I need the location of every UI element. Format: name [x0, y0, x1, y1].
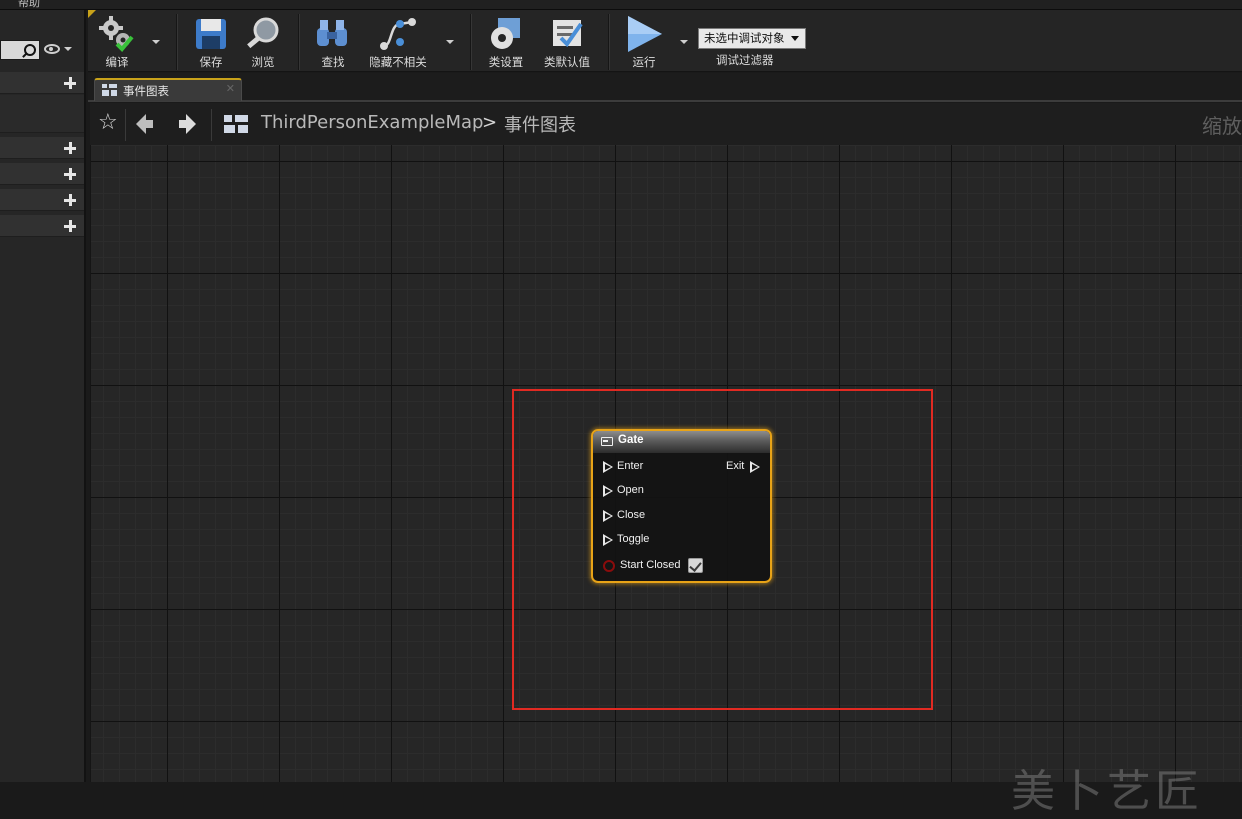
run-options-caret[interactable]: [680, 40, 688, 44]
bool-pin-icon[interactable]: [603, 560, 615, 572]
toolbar-separator: [608, 14, 610, 70]
pin-exit[interactable]: Exit: [726, 459, 766, 475]
blueprint-toolbar: 编译 保存 浏览 查找 隐藏不相关 类设置 类默认值 运行 未选中调试对象 调试…: [88, 10, 1242, 72]
run-label: 运行: [632, 55, 656, 69]
star-icon[interactable]: ☆: [98, 112, 118, 134]
browse-button[interactable]: 浏览: [242, 12, 284, 70]
pin-start-closed-label: Start Closed: [620, 559, 681, 571]
breadcrumb-divider: [211, 109, 212, 141]
gate-node[interactable]: Gate Enter Exit Open Close Toggle Start …: [591, 429, 772, 583]
breadcrumb-graph-name: 事件图表: [504, 115, 576, 136]
back-arrow-icon[interactable]: [136, 114, 154, 134]
forward-arrow-icon[interactable]: [178, 114, 196, 134]
class-settings-button[interactable]: 类设置: [484, 12, 528, 70]
graph-icon: [102, 84, 117, 96]
compile-label: 编译: [105, 55, 129, 69]
watermark: 美卜艺匠: [1011, 766, 1203, 817]
exec-pin-icon[interactable]: [603, 485, 613, 497]
plus-icon[interactable]: [62, 140, 78, 156]
browse-label: 浏览: [251, 55, 275, 69]
find-button[interactable]: 查找: [312, 12, 354, 70]
compile-options-caret[interactable]: [152, 40, 160, 44]
my-blueprint-panel: [0, 10, 86, 782]
hide-unrelated-button[interactable]: 隐藏不相关: [364, 12, 432, 70]
class-defaults-icon: [553, 20, 583, 48]
panel-section-row[interactable]: [0, 72, 84, 94]
class-defaults-label: 类默认值: [544, 55, 590, 69]
document-tab-row: 事件图表 ✕: [88, 73, 1242, 102]
pin-label: Open: [617, 484, 644, 496]
find-icon: [317, 20, 347, 46]
pin-label: Close: [617, 509, 646, 521]
exec-pin-icon[interactable]: [603, 461, 613, 473]
pin-toggle[interactable]: Toggle: [603, 532, 683, 548]
find-label: 查找: [321, 55, 345, 69]
debug-object-select[interactable]: 未选中调试对象: [698, 28, 806, 49]
node-header[interactable]: Gate: [593, 431, 770, 453]
pin-label: Exit: [726, 460, 745, 472]
toolbar-grip: [88, 10, 96, 18]
exec-pin-icon[interactable]: [603, 534, 613, 546]
pin-label: Enter: [617, 460, 644, 472]
play-icon: [628, 16, 662, 52]
start-closed-checkbox[interactable]: [688, 558, 703, 573]
search-input[interactable]: [0, 40, 40, 60]
class-settings-label: 类设置: [488, 55, 524, 69]
toolbar-separator: [298, 14, 300, 70]
hide-unrelated-icon: [380, 18, 416, 50]
hide-unrelated-label: 隐藏不相关: [369, 55, 427, 69]
panel-section-row[interactable]: [0, 137, 84, 159]
plus-icon[interactable]: [62, 192, 78, 208]
zoom-label: 缩放: [1202, 114, 1242, 138]
function-icon: [601, 437, 613, 446]
plus-icon[interactable]: [62, 75, 78, 91]
plus-icon[interactable]: [62, 166, 78, 182]
toolbar-separator: [470, 14, 472, 70]
graph-icon: [224, 115, 248, 133]
pin-label: Toggle: [617, 533, 650, 545]
browse-icon: [247, 17, 279, 49]
hide-unrelated-caret[interactable]: [446, 40, 454, 44]
toolbar-separator: [176, 14, 178, 70]
menu-item-help[interactable]: 帮助: [18, 0, 40, 10]
eye-icon[interactable]: [44, 44, 60, 54]
compile-icon: [99, 16, 134, 52]
compile-button[interactable]: 编译: [96, 12, 138, 70]
panel-section-body: [0, 95, 84, 133]
chevron-down-icon[interactable]: [64, 47, 72, 51]
node-title: Gate: [618, 434, 644, 446]
menu-bar: 帮助: [0, 0, 1242, 10]
exec-pin-icon[interactable]: [603, 510, 613, 522]
pin-open[interactable]: Open: [603, 483, 683, 499]
class-defaults-button[interactable]: 类默认值: [540, 12, 594, 70]
breadcrumb-divider: [125, 109, 126, 141]
breadcrumb-separator: >: [482, 112, 498, 133]
class-settings-icon: [491, 18, 520, 49]
run-button[interactable]: 运行: [622, 12, 666, 70]
breadcrumb-map-name[interactable]: ThirdPersonExampleMap: [261, 112, 483, 133]
search-icon: [24, 44, 36, 56]
plus-icon[interactable]: [62, 218, 78, 234]
save-label: 保存: [199, 55, 223, 69]
tab-event-graph[interactable]: 事件图表 ✕: [94, 78, 242, 101]
pin-close[interactable]: Close: [603, 508, 683, 524]
tab-label: 事件图表: [123, 84, 169, 98]
save-icon: [196, 19, 226, 49]
debug-filter-label: 调试过滤器: [716, 53, 774, 67]
exec-pin-icon[interactable]: [750, 461, 760, 473]
panel-section-row[interactable]: [0, 163, 84, 185]
save-button[interactable]: 保存: [190, 12, 232, 70]
panel-section-row[interactable]: [0, 189, 84, 211]
pin-enter[interactable]: Enter: [603, 459, 683, 475]
breadcrumb: ☆ ThirdPersonExampleMap > 事件图表 缩放: [90, 103, 1242, 145]
close-icon[interactable]: ✕: [226, 82, 235, 95]
panel-section-row[interactable]: [0, 215, 84, 237]
